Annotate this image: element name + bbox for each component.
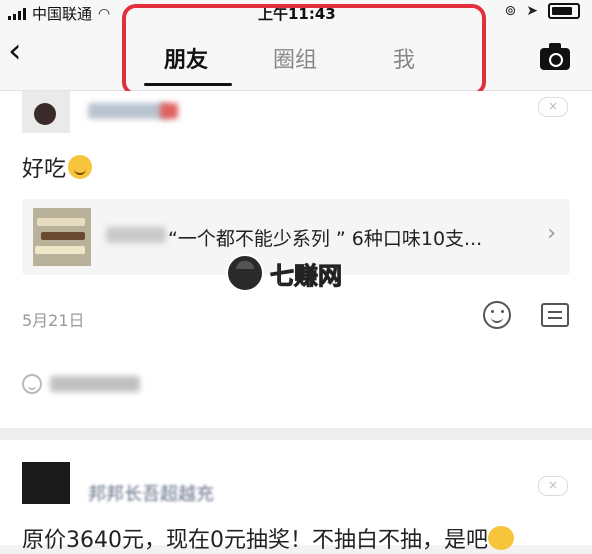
post-date: 5月21日	[22, 311, 85, 330]
camera-icon[interactable]	[540, 43, 570, 70]
back-button[interactable]: ‹	[8, 34, 22, 68]
dismiss-post-button[interactable]: ×	[538, 476, 568, 496]
status-left: 中国联通 ◠	[8, 3, 110, 24]
like-smile-icon	[22, 374, 42, 394]
avatar[interactable]	[22, 462, 70, 504]
author-name-blurred	[88, 103, 168, 119]
author-name[interactable]: 邦邦长吾超越充	[88, 480, 214, 506]
watermark: 七赚网	[226, 254, 343, 292]
feed-post: 邦邦长吾超越充 × 原价3640元，现在0元抽奖！不抽白不抽，是吧	[0, 440, 592, 553]
link-source-blurred	[106, 227, 166, 243]
rotation-lock-icon: ⊚	[504, 3, 517, 19]
post-text: 好吃	[22, 151, 93, 183]
grin-emoji-icon	[488, 526, 514, 550]
comment-icon[interactable]	[541, 303, 569, 327]
link-thumbnail	[33, 208, 91, 266]
signal-icon	[8, 7, 26, 20]
wifi-icon: ◠	[98, 5, 111, 22]
feed-post: × 好吃 “一个都不能少系列 ” 6种口味10支... › 七赚网 5月21日	[0, 91, 592, 428]
carrier-label: 中国联通	[32, 5, 93, 23]
post-text: 原价3640元，现在0元抽奖！不抽白不抽，是吧	[22, 522, 514, 554]
author-badge-blurred	[160, 103, 178, 119]
link-title: “一个都不能少系列 ” 6种口味10支...	[168, 228, 483, 250]
likes-row	[22, 374, 140, 394]
yum-emoji-icon	[68, 155, 93, 179]
post-text-content: 原价3640元，现在0元抽奖！不抽白不抽，是吧	[22, 528, 488, 553]
chevron-right-icon: ›	[547, 221, 556, 246]
dismiss-post-button[interactable]: ×	[538, 97, 568, 117]
reaction-smile-icon[interactable]	[483, 301, 511, 329]
likers-blurred	[50, 376, 140, 392]
battery-icon	[548, 3, 580, 19]
watermark-text: 七赚网	[270, 261, 343, 290]
watermark-logo-icon	[226, 254, 264, 292]
location-icon: ➤	[526, 3, 538, 19]
status-right: ⊚ ➤	[505, 3, 580, 19]
chevron-left-icon: ‹	[8, 31, 22, 71]
avatar[interactable]	[22, 91, 70, 133]
avatar-face	[34, 103, 56, 125]
post-text-content: 好吃	[22, 157, 67, 182]
tabs-highlight-annotation	[122, 4, 486, 96]
post-divider	[0, 428, 592, 440]
